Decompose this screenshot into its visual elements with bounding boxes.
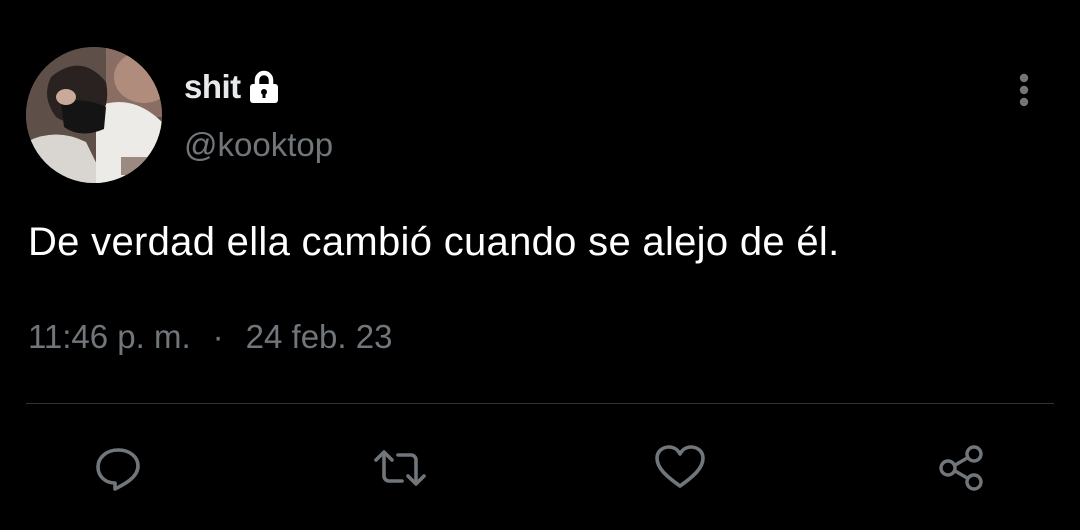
divider xyxy=(26,403,1054,404)
tweet-detail: shit @kooktop De verdad ella cambió cuan… xyxy=(0,0,1080,530)
retweet-button[interactable] xyxy=(372,440,428,496)
more-options-button[interactable] xyxy=(1004,68,1044,116)
share-button[interactable] xyxy=(934,440,990,496)
reply-icon xyxy=(96,448,140,491)
like-button[interactable] xyxy=(652,440,708,496)
share-icon xyxy=(939,445,983,491)
tweet-text: De verdad ella cambió cuando se alejo de… xyxy=(28,220,840,264)
tweet-time[interactable]: 11:46 p. m. xyxy=(28,318,191,356)
heart-icon xyxy=(655,445,705,488)
avatar[interactable] xyxy=(26,47,162,183)
more-vertical-icon xyxy=(1019,73,1029,107)
retweet-icon xyxy=(374,450,426,486)
handle[interactable]: @kooktop xyxy=(184,126,333,164)
display-name[interactable]: shit xyxy=(184,68,241,106)
tweet-date[interactable]: 24 feb. 23 xyxy=(246,318,393,356)
reply-button[interactable] xyxy=(90,440,146,496)
lock-icon xyxy=(247,69,281,105)
author-name-row[interactable]: shit xyxy=(184,64,281,110)
meta-separator: · xyxy=(212,318,224,355)
tweet-timestamp: 11:46 p. m. · 24 feb. 23 xyxy=(28,318,392,356)
